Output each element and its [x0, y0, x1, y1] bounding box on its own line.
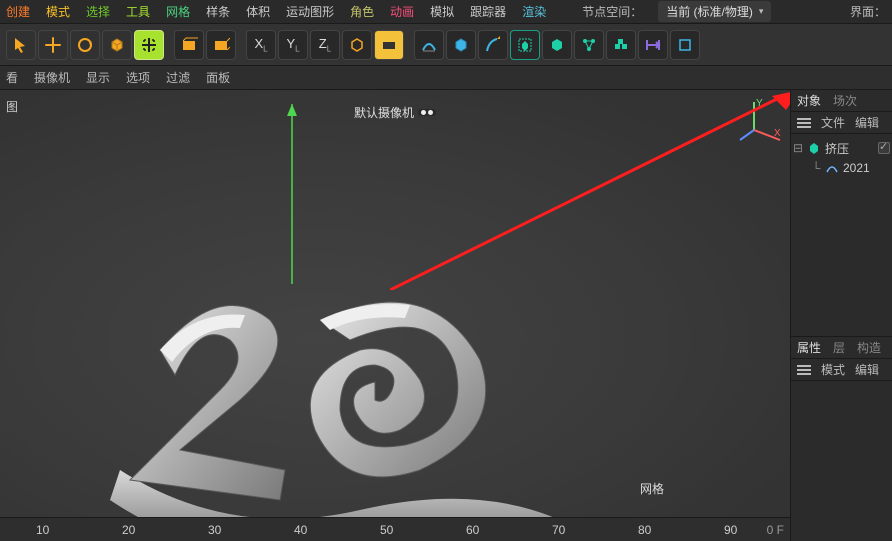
ruler-tick: 30 — [208, 523, 221, 537]
tab-objects[interactable]: 对象 — [797, 92, 821, 109]
right-dock: 对象 场次 文件 编辑 ⊟ 挤压 └ 2021 — [790, 90, 892, 541]
viewport-3d[interactable]: 图 默认摄像机 — [0, 90, 790, 541]
nodespace-dropdown[interactable]: 当前 (标准/物理) ▾ — [658, 1, 771, 22]
ruler-tick: 40 — [294, 523, 307, 537]
tab-struct[interactable]: 构造 — [857, 339, 881, 356]
subbar-view[interactable]: 看 — [6, 69, 18, 86]
extra-tool-icon[interactable] — [670, 30, 700, 60]
menu-mesh[interactable]: 网格 — [166, 3, 190, 20]
axis-y-label: Y — [756, 98, 763, 109]
ruler-tick: 70 — [552, 523, 565, 537]
camera-label-text: 默认摄像机 — [354, 104, 414, 121]
subbar-filter[interactable]: 过滤 — [166, 69, 190, 86]
viewport-subbar: 看 摄像机 显示 选项 过滤 面板 — [0, 66, 892, 90]
menu-create[interactable]: 创建 — [6, 3, 30, 20]
axis-y-icon[interactable]: YL — [278, 30, 308, 60]
attributes-panel-menu: 模式 编辑 — [791, 359, 892, 381]
ruler-tick: 60 — [466, 523, 479, 537]
subbar-camera[interactable]: 摄像机 — [34, 69, 70, 86]
expander-icon[interactable]: ⊟ — [793, 141, 803, 155]
axis-x-icon[interactable]: XL — [246, 30, 276, 60]
menu-tracker[interactable]: 跟踪器 — [470, 3, 506, 20]
camera-switch-icon[interactable] — [418, 109, 436, 116]
objects-menu-edit[interactable]: 编辑 — [855, 114, 879, 131]
gap-arrow-icon[interactable] — [638, 30, 668, 60]
cube-icon[interactable] — [102, 30, 132, 60]
axis-z-icon[interactable]: ZL — [310, 30, 340, 60]
tab-attributes[interactable]: 属性 — [797, 339, 821, 356]
menu-select[interactable]: 选择 — [86, 3, 110, 20]
tab-scenes[interactable]: 场次 — [833, 92, 857, 109]
cube-outline-icon[interactable] — [446, 30, 476, 60]
subbar-panel[interactable]: 面板 — [206, 69, 230, 86]
menu-motion[interactable]: 运动图形 — [286, 3, 334, 20]
tree-label-2021: 2021 — [843, 161, 870, 175]
nodespace-label: 节点空间： — [582, 3, 642, 20]
navigation-gizmo[interactable]: Y X — [736, 96, 784, 144]
hamburger-icon[interactable] — [797, 365, 811, 375]
attributes-panel: 属性 层 构造 模式 编辑 — [791, 336, 892, 541]
transform-selected-icon[interactable] — [134, 30, 164, 60]
subbar-display[interactable]: 显示 — [86, 69, 110, 86]
ruler-tick: 50 — [380, 523, 393, 537]
chevron-down-icon: ▾ — [759, 6, 764, 17]
tree-label-extrude: 挤压 — [825, 140, 849, 157]
stack-cubes-icon[interactable] — [606, 30, 636, 60]
spline-icon — [825, 161, 839, 175]
axis-x-label: X — [774, 128, 781, 139]
menu-volume[interactable]: 体积 — [246, 3, 270, 20]
rotate-icon[interactable] — [70, 30, 100, 60]
extrude-icon — [807, 141, 821, 155]
ruler-tick: 80 — [638, 523, 651, 537]
extruded-text-shape — [100, 270, 620, 541]
menu-role[interactable]: 角色 — [350, 3, 374, 20]
attr-menu-mode[interactable]: 模式 — [821, 361, 845, 378]
menu-render[interactable]: 渲染 — [522, 3, 546, 20]
object-tree: ⊟ 挤压 └ 2021 — [791, 134, 892, 334]
axis-y-arrow-icon — [282, 104, 302, 284]
objects-panel-tabs: 对象 场次 — [791, 90, 892, 112]
main-area: 图 默认摄像机 — [0, 90, 892, 541]
ruler-tick: 90 — [724, 523, 737, 537]
ruler-tick: 10 — [36, 523, 49, 537]
frame-temp-label: 0 F — [767, 523, 784, 537]
menu-simulation[interactable]: 模拟 — [430, 3, 454, 20]
pen-edit-icon[interactable] — [478, 30, 508, 60]
bend-icon[interactable] — [414, 30, 444, 60]
tree-row-2021[interactable]: └ 2021 — [793, 158, 890, 178]
tree-row-extrude[interactable]: ⊟ 挤压 — [793, 138, 890, 158]
orthobox2-icon[interactable] — [206, 30, 236, 60]
yellow-plane-icon[interactable] — [374, 30, 404, 60]
ruler-tick: 20 — [122, 523, 135, 537]
prim-cube-icon[interactable] — [342, 30, 372, 60]
main-toolbar: XL YL ZL — [0, 24, 892, 66]
attr-menu-edit[interactable]: 编辑 — [855, 361, 879, 378]
menu-animation[interactable]: 动画 — [390, 3, 414, 20]
visibility-checkbox[interactable] — [878, 142, 890, 154]
main-menubar: 创建 模式 选择 工具 网格 样条 体积 运动图形 角色 动画 模拟 跟踪器 渲… — [0, 0, 892, 24]
objects-menu-file[interactable]: 文件 — [821, 114, 845, 131]
menu-curve[interactable]: 样条 — [206, 3, 230, 20]
viewport-name-label: 图 — [6, 98, 18, 115]
camera-label[interactable]: 默认摄像机 — [354, 104, 436, 121]
cursor-arrow-icon[interactable] — [6, 30, 36, 60]
attributes-panel-tabs: 属性 层 构造 — [791, 337, 892, 359]
bevel-cube-icon[interactable] — [542, 30, 572, 60]
orthobox-icon[interactable] — [174, 30, 204, 60]
grid-label: 网格 — [640, 480, 664, 497]
tree-leaf-icon: └ — [811, 161, 821, 175]
interface-label: 界面： — [850, 3, 886, 20]
menu-mode[interactable]: 模式 — [46, 3, 70, 20]
subbar-options[interactable]: 选项 — [126, 69, 150, 86]
tab-layer[interactable]: 层 — [833, 339, 845, 356]
nodespace-value: 当前 (标准/物理) — [666, 3, 753, 20]
bound-box-icon[interactable] — [510, 30, 540, 60]
move-plus-icon[interactable] — [38, 30, 68, 60]
molecule-icon[interactable] — [574, 30, 604, 60]
menu-tool[interactable]: 工具 — [126, 3, 150, 20]
objects-panel-menu: 文件 编辑 — [791, 112, 892, 134]
hamburger-icon[interactable] — [797, 118, 811, 128]
time-ruler[interactable]: 10 20 30 40 50 60 70 80 90 0 F — [0, 517, 790, 541]
